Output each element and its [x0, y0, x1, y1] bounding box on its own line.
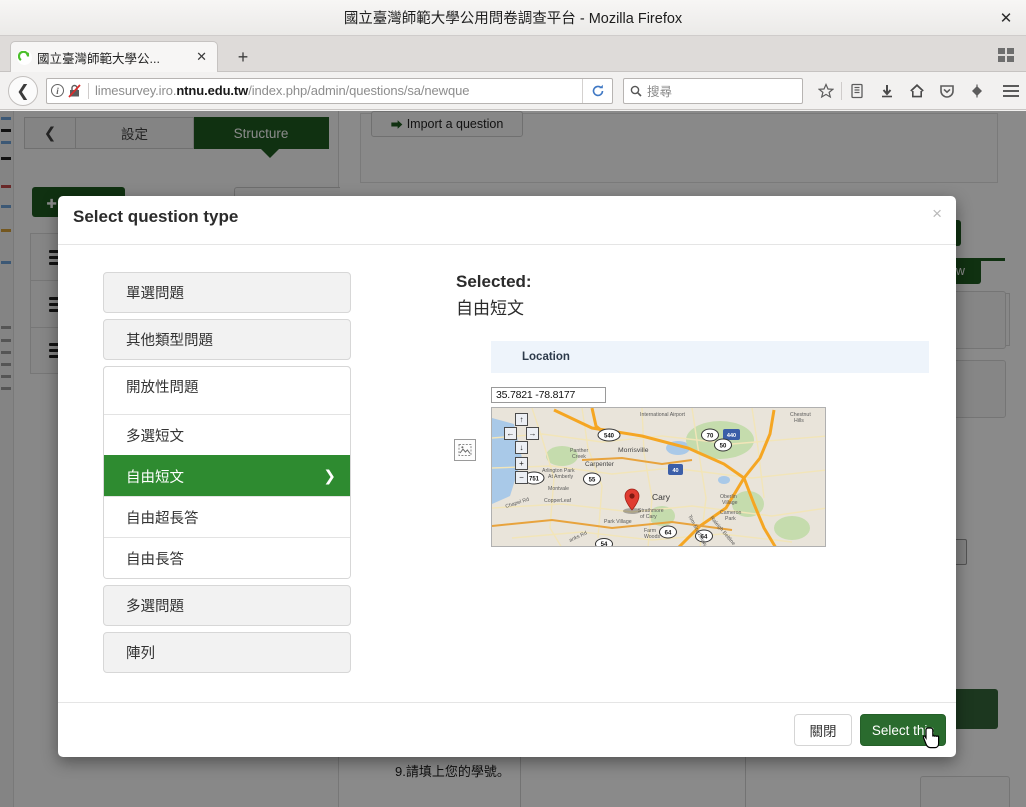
reload-button[interactable]	[582, 78, 612, 103]
map-image: 540 70 440 40 50 751 55 64 64 54 Interna…	[492, 408, 825, 547]
search-bar[interactable]: 搜尋	[623, 77, 803, 104]
url-path: /index.php/admin/questions/sa/newque	[248, 83, 470, 98]
svg-text:At Amberly: At Amberly	[548, 474, 573, 480]
type-item-free-long[interactable]: 自由長答	[104, 537, 350, 578]
selected-type-name: 自由短文	[456, 299, 524, 318]
svg-text:55: 55	[589, 477, 596, 483]
type-group-other[interactable]: 其他類型問題	[103, 319, 351, 360]
back-button[interactable]: ❮	[8, 75, 38, 106]
map-pan-right-button[interactable]: →	[526, 427, 539, 440]
window-title: 國立臺灣師範大學公用問卷調查平台 - Mozilla Firefox	[343, 11, 683, 27]
svg-text:CopperLeaf: CopperLeaf	[544, 498, 572, 504]
svg-text:Woods: Woods	[644, 534, 660, 540]
tab-title: 國立臺灣師範大學公...	[37, 51, 160, 66]
svg-text:50: 50	[720, 443, 727, 449]
svg-text:540: 540	[604, 433, 615, 439]
svg-text:54: 54	[601, 542, 608, 547]
type-group-single[interactable]: 單選問題	[103, 272, 351, 313]
dialog-title: Select question type	[73, 207, 239, 226]
limesurvey-favicon-icon	[17, 49, 32, 65]
type-item-label: 自由長答	[126, 551, 184, 568]
url-domain: ntnu.edu.tw	[176, 83, 249, 98]
dialog-header: Select question type ×	[58, 196, 956, 245]
close-icon[interactable]: ×	[932, 205, 942, 222]
library-icon[interactable]	[842, 77, 872, 105]
search-icon	[630, 85, 642, 97]
home-icon[interactable]	[902, 77, 932, 105]
selected-label: Selected:	[456, 272, 532, 291]
svg-text:Hills: Hills	[794, 418, 804, 424]
type-item-label: 自由超長答	[126, 510, 199, 527]
url-prefix: limesurvey.iro.	[95, 83, 177, 98]
dialog-footer: 關閉 Select this	[58, 702, 956, 757]
type-preview: Selected: 自由短文 Location 35.7821 -78.8177	[454, 272, 929, 547]
map-zoom-in-button[interactable]: +	[515, 457, 528, 470]
map-zoom-out-button[interactable]: −	[515, 471, 528, 484]
coordinate-input[interactable]: 35.7821 -78.8177	[491, 387, 606, 403]
svg-text:70: 70	[707, 433, 714, 439]
url-separator	[88, 82, 89, 99]
broken-lock-icon[interactable]	[68, 83, 81, 98]
svg-text:Village: Village	[722, 500, 738, 506]
question-type-list: 單選問題 其他類型問題 開放性問題 多選短文 自由短文 ❯ 自由超長答 自由	[103, 272, 351, 679]
window-close-icon[interactable]: ✕	[996, 8, 1016, 28]
info-icon[interactable]: i	[51, 84, 64, 97]
pocket-shield-icon[interactable]	[932, 77, 962, 105]
svg-text:Montvale: Montvale	[548, 486, 569, 492]
url-text: limesurvey.iro.ntnu.edu.tw/index.php/adm…	[95, 83, 469, 98]
toolbar-icons	[811, 77, 1026, 105]
broken-image-icon	[454, 439, 476, 461]
type-item-label: 自由短文	[126, 469, 184, 486]
close-button[interactable]: 關閉	[794, 714, 852, 746]
menu-hamburger-icon[interactable]	[996, 77, 1026, 105]
browser-tab[interactable]: 國立臺灣師範大學公... ✕	[10, 41, 218, 72]
svg-text:Carpenter: Carpenter	[585, 461, 615, 468]
type-group-multi[interactable]: 多選問題	[103, 585, 351, 626]
type-item-multi-short[interactable]: 多選短文	[104, 414, 350, 455]
site-identity[interactable]: i	[51, 83, 86, 98]
map-pan-down-button[interactable]: ↓	[515, 441, 528, 454]
coordinate-row: 35.7821 -78.8177	[454, 387, 926, 461]
location-question-header: Location	[491, 341, 929, 373]
type-group-array[interactable]: 陣列	[103, 632, 351, 673]
type-item-free-huge[interactable]: 自由超長答	[104, 496, 350, 537]
svg-text:Park Village: Park Village	[604, 519, 632, 525]
map-preview[interactable]: 540 70 440 40 50 751 55 64 64 54 Interna…	[491, 407, 826, 547]
sync-icon[interactable]	[962, 77, 992, 105]
svg-text:Morrisville: Morrisville	[618, 447, 649, 454]
chevron-right-icon: ❯	[323, 468, 336, 485]
tab-close-icon[interactable]: ✕	[192, 49, 211, 65]
grid-apps-icon[interactable]	[998, 48, 1016, 64]
svg-text:440: 440	[727, 433, 736, 439]
select-this-button[interactable]: Select this	[860, 714, 946, 746]
svg-text:Cary: Cary	[652, 492, 671, 502]
svg-text:751: 751	[529, 476, 540, 482]
svg-text:International Airport: International Airport	[640, 412, 686, 418]
svg-text:Park: Park	[725, 516, 736, 522]
type-subgroup-open: 多選短文 自由短文 ❯ 自由超長答 自由長答	[103, 366, 351, 579]
search-placeholder: 搜尋	[647, 85, 673, 99]
downloads-icon[interactable]	[872, 77, 902, 105]
svg-text:Creek: Creek	[572, 454, 586, 460]
firefox-browser-window: 國立臺灣師範大學公用問卷調查平台 - Mozilla Firefox ✕ 國立臺…	[0, 0, 1026, 807]
type-item-label: 多選短文	[126, 428, 184, 445]
type-item-free-short[interactable]: 自由短文 ❯	[104, 455, 350, 496]
svg-text:40: 40	[672, 468, 678, 474]
svg-text:of Cary: of Cary	[640, 514, 657, 520]
svg-text:64: 64	[665, 530, 672, 536]
bookmark-star-icon[interactable]	[811, 77, 841, 105]
tab-strip: 國立臺灣師範大學公... ✕ +	[0, 36, 1026, 72]
new-tab-button[interactable]: +	[232, 47, 254, 69]
map-pan-up-button[interactable]: ↑	[515, 413, 528, 426]
select-question-type-dialog: Select question type × 單選問題 其他類型問題 開放性問題…	[58, 196, 956, 757]
map-pan-left-button[interactable]: ←	[504, 427, 517, 440]
url-bar[interactable]: i limesurvey.iro.ntnu.edu.tw/index.php/a…	[46, 77, 613, 104]
dialog-body: 單選問題 其他類型問題 開放性問題 多選短文 自由短文 ❯ 自由超長答 自由	[58, 245, 956, 702]
navigation-toolbar: ❮ i limesurvey.iro.ntnu.edu.tw/index.php…	[0, 72, 1026, 110]
window-titlebar: 國立臺灣師範大學公用問卷調查平台 - Mozilla Firefox ✕	[0, 0, 1026, 36]
